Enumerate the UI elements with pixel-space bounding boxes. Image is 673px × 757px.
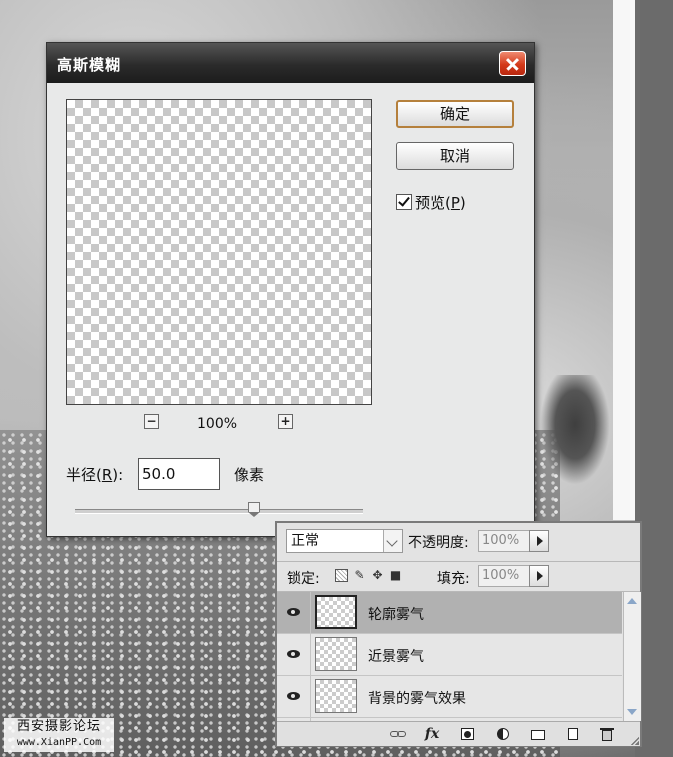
blur-preview[interactable] bbox=[66, 99, 372, 405]
layer-thumbnail bbox=[315, 637, 357, 671]
lock-brush-icon[interactable]: ✎ bbox=[353, 569, 366, 582]
lock-move-icon[interactable]: ✥ bbox=[371, 569, 384, 582]
cancel-button[interactable]: 取消 bbox=[396, 142, 514, 170]
blend-mode-select[interactable]: 正常 bbox=[286, 529, 403, 553]
eye-icon bbox=[287, 650, 300, 658]
tree-silhouette bbox=[540, 375, 610, 485]
ok-button[interactable]: 确定 bbox=[396, 100, 514, 128]
gaussian-blur-dialog: 高斯模糊 − 100% + 半径(R): 像素 确定 取消 预览(P) bbox=[46, 42, 535, 537]
resize-grip-icon[interactable] bbox=[631, 737, 639, 745]
lock-label: 锁定: bbox=[287, 571, 320, 587]
watermark: 西安摄影论坛 www.XianPP.Com bbox=[4, 718, 114, 752]
lock-transparent-icon[interactable] bbox=[335, 569, 348, 582]
visibility-toggle[interactable] bbox=[277, 592, 311, 633]
fill-input[interactable]: 100% bbox=[478, 565, 530, 587]
layer-name: 轮廓雾气 bbox=[368, 607, 424, 623]
opacity-arrow-button[interactable] bbox=[529, 530, 549, 552]
preview-label: 预览(P) bbox=[415, 194, 466, 212]
layer-name: 背景的雾气效果 bbox=[368, 691, 466, 707]
layers-options-row: 正常 不透明度: 100% bbox=[277, 523, 640, 562]
visibility-toggle[interactable] bbox=[277, 634, 311, 675]
eye-icon bbox=[287, 692, 300, 700]
canvas-edge bbox=[613, 0, 635, 520]
opacity-label: 不透明度: bbox=[408, 535, 469, 551]
radius-slider-thumb[interactable] bbox=[247, 502, 260, 517]
close-icon[interactable] bbox=[499, 51, 526, 76]
radius-label: 半径(R): bbox=[66, 466, 124, 484]
fill-arrow-button[interactable] bbox=[529, 565, 549, 587]
zoom-in-button[interactable]: + bbox=[278, 414, 293, 429]
layers-scrollbar[interactable] bbox=[623, 592, 641, 721]
layer-thumbnail bbox=[315, 595, 357, 629]
preview-checkbox[interactable] bbox=[396, 194, 412, 210]
zoom-level: 100% bbox=[197, 416, 238, 432]
radius-input[interactable] bbox=[138, 458, 220, 490]
layer-row[interactable]: 近景雾气 bbox=[277, 634, 622, 676]
fx-icon[interactable]: fx bbox=[424, 726, 440, 742]
link-layers-icon[interactable] bbox=[390, 726, 406, 742]
lock-all-icon[interactable]: ■ bbox=[389, 569, 402, 582]
watermark-title: 西安摄影论坛 bbox=[16, 719, 101, 734]
eye-icon bbox=[287, 608, 300, 616]
blend-mode-value: 正常 bbox=[291, 533, 319, 549]
visibility-toggle[interactable] bbox=[277, 676, 311, 717]
new-layer-icon[interactable] bbox=[565, 726, 581, 742]
trash-icon[interactable] bbox=[599, 726, 615, 742]
dialog-title: 高斯模糊 bbox=[57, 56, 122, 74]
layer-thumbnail bbox=[315, 679, 357, 713]
chevron-down-icon[interactable] bbox=[383, 530, 402, 552]
preview-toggle[interactable]: 预览(P) bbox=[396, 192, 466, 213]
opacity-input[interactable]: 100% bbox=[478, 530, 530, 552]
scroll-down-icon[interactable] bbox=[627, 709, 637, 715]
radius-slider-track[interactable] bbox=[75, 509, 363, 514]
layer-row[interactable]: 背景的雾气效果 bbox=[277, 676, 622, 718]
folder-icon[interactable] bbox=[530, 726, 546, 742]
fill-label: 填充: bbox=[437, 571, 470, 587]
layer-name: 近景雾气 bbox=[368, 649, 424, 665]
add-mask-icon[interactable] bbox=[460, 726, 476, 742]
watermark-url: www.XianPP.Com bbox=[16, 737, 102, 748]
layers-lock-row: 锁定: ✎ ✥ ■ 填充: 100% bbox=[277, 562, 640, 592]
dialog-titlebar[interactable]: 高斯模糊 bbox=[47, 43, 534, 83]
layer-row[interactable]: 轮廓雾气 bbox=[277, 592, 622, 634]
layers-footer: fx bbox=[277, 721, 640, 746]
zoom-out-button[interactable]: − bbox=[144, 414, 159, 429]
adjustment-layer-icon[interactable] bbox=[495, 726, 511, 742]
scroll-up-icon[interactable] bbox=[627, 598, 637, 604]
layers-panel: 正常 不透明度: 100% 锁定: ✎ ✥ ■ 填充: 100% 轮廓雾气 近景… bbox=[275, 521, 642, 747]
layer-list: 轮廓雾气 近景雾气 背景的雾气效果 bbox=[277, 592, 622, 721]
radius-unit: 像素 bbox=[234, 466, 265, 484]
